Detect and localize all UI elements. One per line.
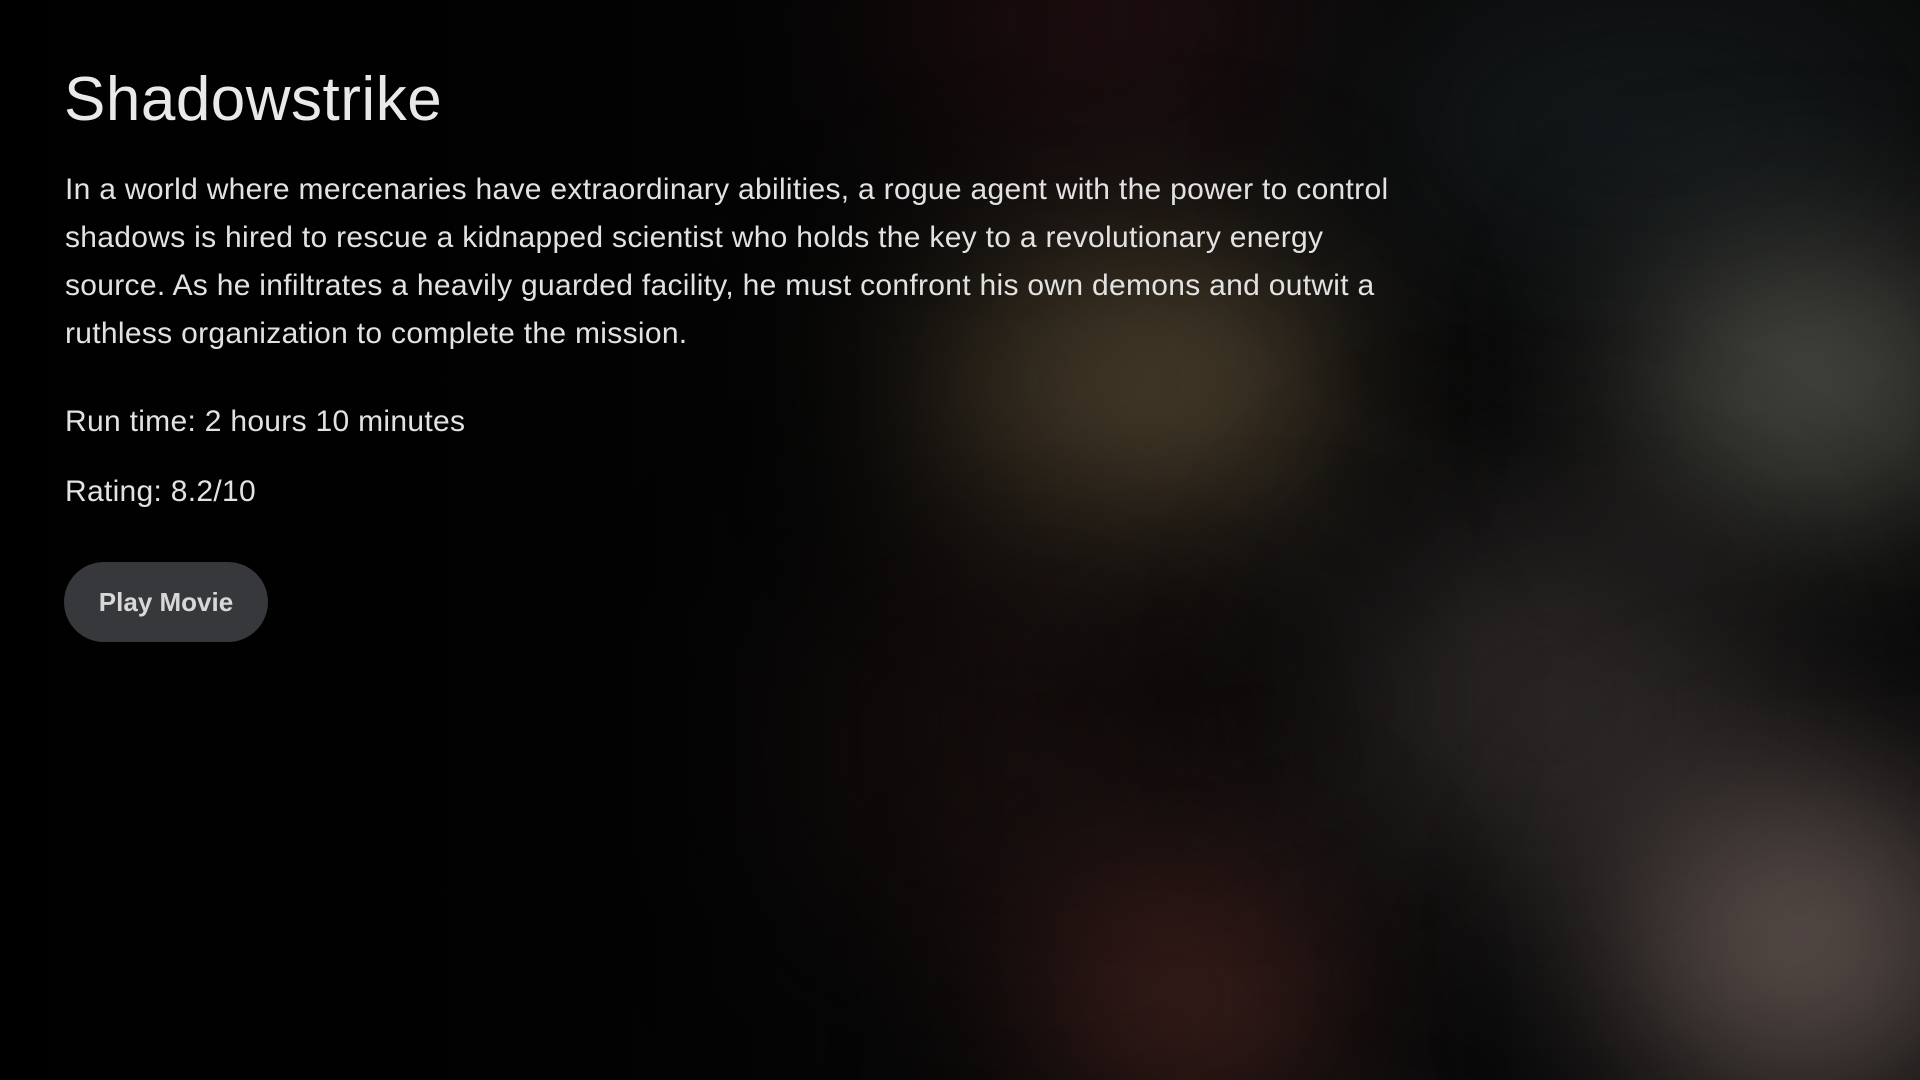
movie-title: Shadowstrike — [64, 65, 443, 134]
rating: Rating: 8.2/10 — [65, 475, 256, 508]
movie-description: In a world where mercenaries have extrao… — [65, 173, 1389, 350]
movie-details: Shadowstrike In a world where mercenarie… — [64, 62, 1424, 642]
run-time: Run time: 2 hours 10 minutes — [65, 405, 466, 438]
play-movie-button[interactable]: Play Movie — [64, 562, 268, 642]
